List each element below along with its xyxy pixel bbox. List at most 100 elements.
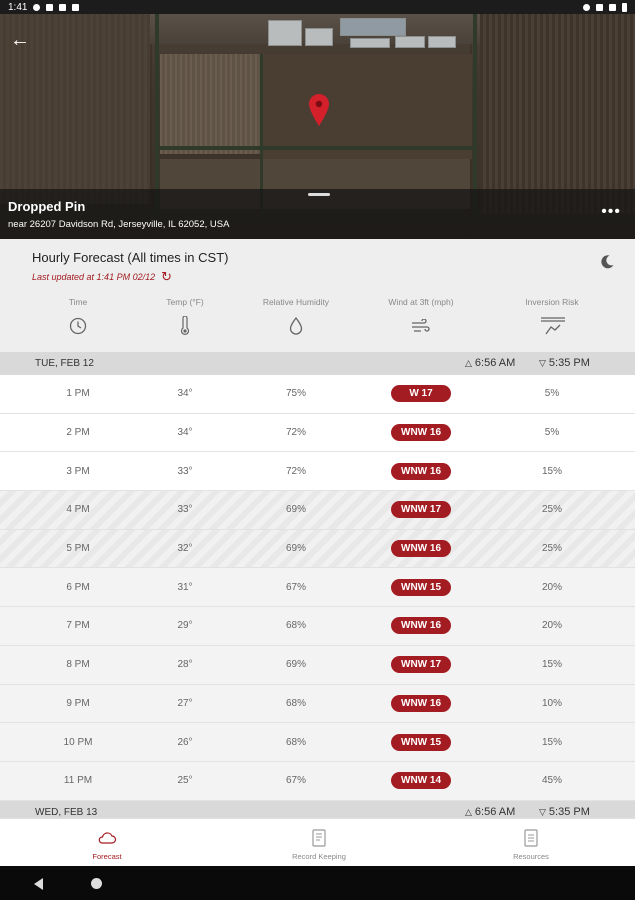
location-title: Dropped Pin <box>8 199 86 214</box>
notebook-icon <box>312 829 326 847</box>
nav-record-keeping-label: Record Keeping <box>292 852 346 861</box>
sim-icon <box>59 3 67 11</box>
row-temp: 26° <box>177 736 193 748</box>
row-time: 2 PM <box>66 427 90 439</box>
sunrise-icon: △ <box>465 806 472 817</box>
column-temp: Temp (°F) <box>166 297 204 307</box>
column-time: Time <box>68 297 88 307</box>
sunset-time: 5:35 PM <box>548 357 590 369</box>
forecast-row: 1 PM 34° 75% W 17 5% <box>0 375 635 414</box>
nav-resources-label: Resources <box>513 852 549 861</box>
battery-icon <box>622 2 627 12</box>
wifi-icon <box>596 3 603 11</box>
sunset-time: 5:35 PM <box>548 806 590 818</box>
row-humidity: 69% <box>285 504 306 516</box>
row-temp: 25° <box>177 775 193 787</box>
sunset: ▽ 5:35 PM <box>539 806 590 818</box>
row-temp: 34° <box>177 388 193 400</box>
nav-resources[interactable]: Resources <box>476 819 586 867</box>
row-humidity: 68% <box>285 736 306 748</box>
row-time: 4 PM <box>66 504 90 516</box>
forecast-row: 3 PM 33° 72% WNW 16 15% <box>0 452 635 492</box>
nav-record-keeping[interactable]: Record Keeping <box>264 819 374 867</box>
sunset-icon: ▽ <box>539 357 546 368</box>
sheet-handle[interactable] <box>308 193 330 196</box>
row-inversion-risk: 5% <box>544 427 560 439</box>
wind-badge: W 17 <box>391 385 451 403</box>
row-humidity: 68% <box>285 697 306 709</box>
forecast-row: 2 PM 34° 72% WNW 16 5% <box>0 413 635 453</box>
location-icon <box>583 3 590 11</box>
row-time: 3 PM <box>66 465 90 477</box>
droplet-icon <box>286 316 306 336</box>
row-time: 10 PM <box>63 736 93 748</box>
row-temp: 29° <box>177 620 193 632</box>
wind-badge: WNW 14 <box>391 772 451 790</box>
day-date: TUE, FEB 12 <box>35 358 94 369</box>
wind-badge: WNW 16 <box>391 540 451 558</box>
row-inversion-risk: 5% <box>544 388 560 400</box>
system-navigation-bar <box>0 866 635 900</box>
day-header: WED, FEB 13 △ 6:56 AM ▽ 5:35 PM <box>0 801 635 818</box>
cloud-icon <box>98 832 117 844</box>
row-humidity: 69% <box>285 659 306 671</box>
row-inversion-risk: 25% <box>541 543 562 555</box>
forecast-row: 8 PM 28° 69% WNW 17 15% <box>0 645 635 685</box>
last-updated-text: Last updated at 1:41 PM 02/12 <box>32 272 156 282</box>
row-time: 11 PM <box>63 775 93 787</box>
forecast-row: 5 PM 32° 69% WNW 16 25% <box>0 529 635 569</box>
document-icon <box>524 829 538 847</box>
row-humidity: 67% <box>285 775 306 787</box>
row-inversion-risk: 15% <box>541 465 562 477</box>
row-humidity: 72% <box>285 427 306 439</box>
row-temp: 32° <box>177 543 193 555</box>
row-time: 6 PM <box>66 581 90 593</box>
forecast-row: 6 PM 31° 67% WNW 15 20% <box>0 568 635 608</box>
thermometer-icon <box>175 316 195 336</box>
moon-icon[interactable] <box>599 254 615 270</box>
wind-badge: WNW 16 <box>391 462 451 480</box>
status-bar: 1:41 <box>0 0 635 14</box>
row-humidity: 68% <box>285 620 306 632</box>
status-time: 1:41 <box>8 1 28 13</box>
row-time: 9 PM <box>66 697 90 709</box>
sunset: ▽ 5:35 PM <box>539 357 590 369</box>
nav-forecast[interactable]: Forecast <box>52 819 162 867</box>
wind-badge: WNW 16 <box>391 694 451 712</box>
location-bar[interactable]: Dropped Pin near 26207 Davidson Rd, Jers… <box>0 189 635 239</box>
row-temp: 33° <box>177 504 193 516</box>
row-inversion-risk: 25% <box>541 504 562 516</box>
wind-badge: WNW 17 <box>391 656 451 674</box>
row-temp: 34° <box>177 427 193 439</box>
row-inversion-risk: 15% <box>541 659 562 671</box>
row-temp: 27° <box>177 697 193 709</box>
row-inversion-risk: 20% <box>541 581 562 593</box>
row-time: 1 PM <box>66 388 90 400</box>
row-time: 8 PM <box>66 659 90 671</box>
satellite-map[interactable]: ← Dropped Pin near 26207 Davidson Rd, Je… <box>0 14 635 239</box>
row-time: 5 PM <box>66 543 90 555</box>
row-inversion-risk: 15% <box>541 736 562 748</box>
sunrise-time: 6:56 AM <box>474 806 516 818</box>
back-arrow-icon[interactable]: ← <box>8 28 32 52</box>
row-humidity: 69% <box>285 543 306 555</box>
row-inversion-risk: 20% <box>541 620 562 632</box>
wind-badge: WNW 16 <box>391 617 451 635</box>
system-home-icon[interactable] <box>91 878 102 889</box>
wind-badge: WNW 15 <box>391 578 451 596</box>
farm-building <box>268 20 302 46</box>
location-address: near 26207 Davidson Rd, Jerseyville, IL … <box>8 219 230 230</box>
wind-badge: WNW 16 <box>391 424 451 442</box>
refresh-icon[interactable]: ↻ <box>161 269 172 285</box>
more-options-icon[interactable]: ••• <box>601 204 621 220</box>
row-time: 7 PM <box>66 620 90 632</box>
column-inversion: Inversion Risk <box>525 297 579 307</box>
row-humidity: 72% <box>285 465 306 477</box>
forecast-rows: 1 PM 34° 75% W 17 5% 2 PM 34° 72% WNW 16… <box>0 375 635 801</box>
forecast-title: Hourly Forecast (All times in CST) <box>32 250 229 265</box>
system-back-icon[interactable] <box>34 878 43 890</box>
settings-icon <box>33 3 41 11</box>
row-humidity: 67% <box>285 581 306 593</box>
forecast-row: 7 PM 29° 68% WNW 16 20% <box>0 607 635 646</box>
map-pin-icon[interactable] <box>309 94 329 126</box>
